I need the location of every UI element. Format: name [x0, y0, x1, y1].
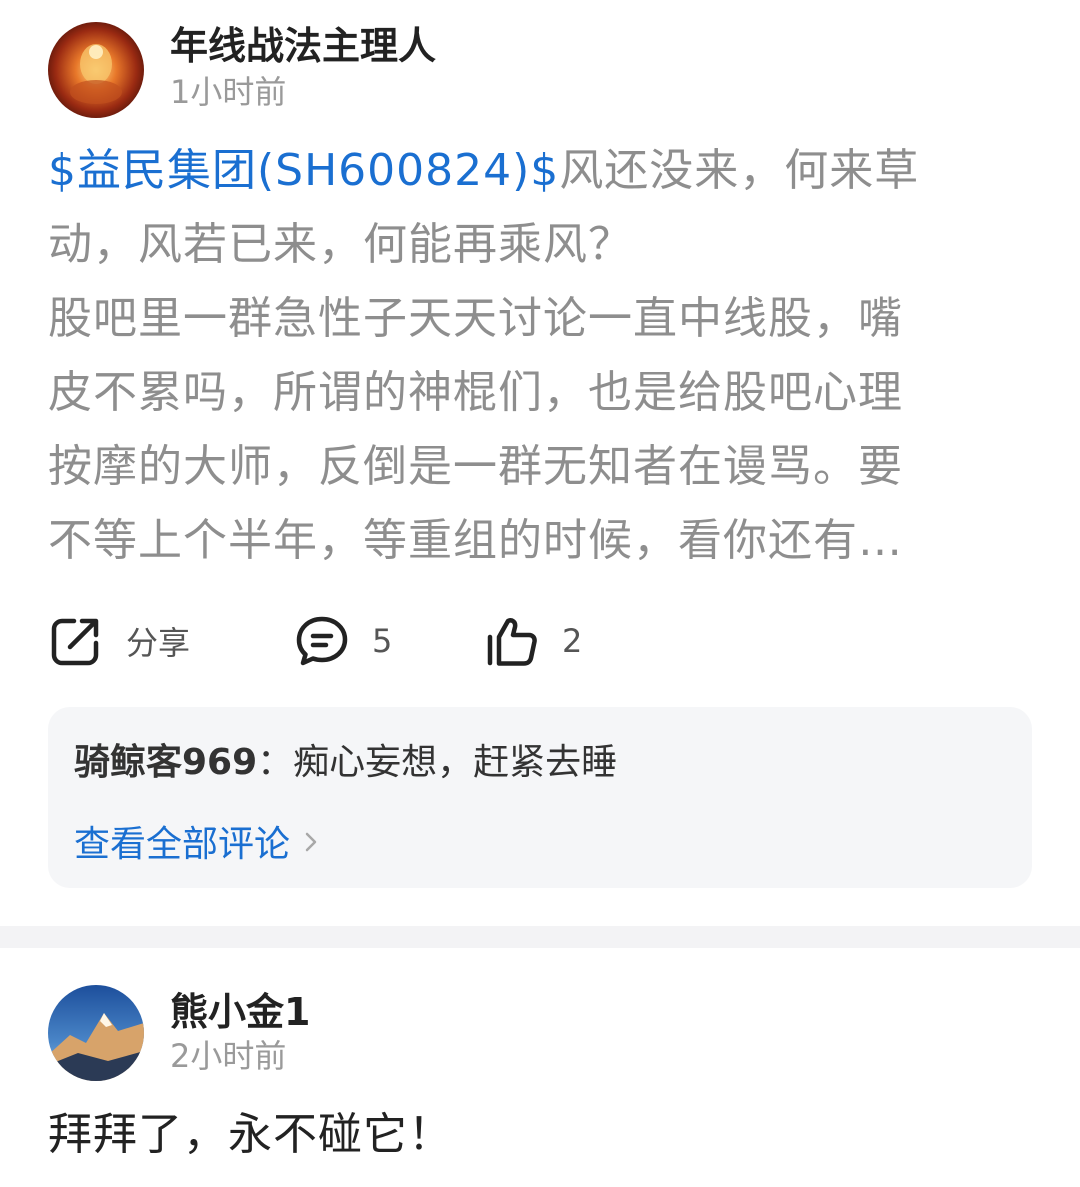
share-icon: [48, 613, 104, 669]
comment-button[interactable]: 5: [294, 606, 392, 676]
comment-count: 5: [372, 622, 393, 660]
comment-separator: ：: [257, 742, 294, 783]
view-all-comments-link[interactable]: 查看全部评论: [74, 819, 320, 871]
post-actions: 分享 5 2: [48, 606, 1032, 676]
feed-divider: [0, 926, 1080, 948]
share-label: 分享: [126, 624, 191, 662]
comment-username[interactable]: 骑鲸客969: [74, 742, 257, 783]
post-body-line: 按摩的大师，反倒是一群无知者在谩骂。要: [48, 441, 903, 492]
post-body[interactable]: 拜拜了，永不碰它！: [48, 1100, 453, 1170]
post-body-line: 风还没来，何来草: [559, 145, 920, 196]
like-button[interactable]: 2: [484, 606, 582, 676]
top-comment[interactable]: 骑鲸客969：痴心妄想，赶紧去睡: [74, 737, 617, 789]
share-button[interactable]: 分享: [48, 606, 190, 676]
post-body[interactable]: $益民集团(SH600824)$风还没来，何来草 动，风若已来，何能再乘风？ 股…: [48, 134, 1032, 578]
author-avatar[interactable]: [48, 985, 144, 1081]
author-name[interactable]: 熊小金1: [170, 986, 310, 1038]
thumbs-up-icon: [484, 613, 540, 669]
comment-preview[interactable]: 骑鲸客969：痴心妄想，赶紧去睡 查看全部评论: [48, 707, 1032, 888]
view-all-label: 查看全部评论: [74, 824, 291, 865]
comment-bubble-icon: [294, 613, 350, 669]
author-avatar[interactable]: [48, 22, 144, 118]
post-time: 2小时前: [170, 1037, 287, 1075]
post-body-line: 皮不累吗，所谓的神棍们，也是给股吧心理: [48, 367, 903, 418]
post-body-line: 动，风若已来，何能再乘风？: [48, 219, 633, 270]
comment-text: 痴心妄想，赶紧去睡: [293, 742, 618, 783]
post-body-line: 不等上个半年，等重组的时候，看你还有…: [48, 515, 903, 566]
stock-tag-link[interactable]: $益民集团(SH600824)$: [48, 145, 559, 196]
author-name[interactable]: 年线战法主理人: [170, 20, 436, 72]
post-time: 1小时前: [170, 73, 287, 111]
chevron-right-icon: [304, 819, 320, 871]
post-body-line: 股吧里一群急性子天天讨论一直中线股，嘴: [48, 293, 903, 344]
like-count: 2: [562, 622, 583, 660]
